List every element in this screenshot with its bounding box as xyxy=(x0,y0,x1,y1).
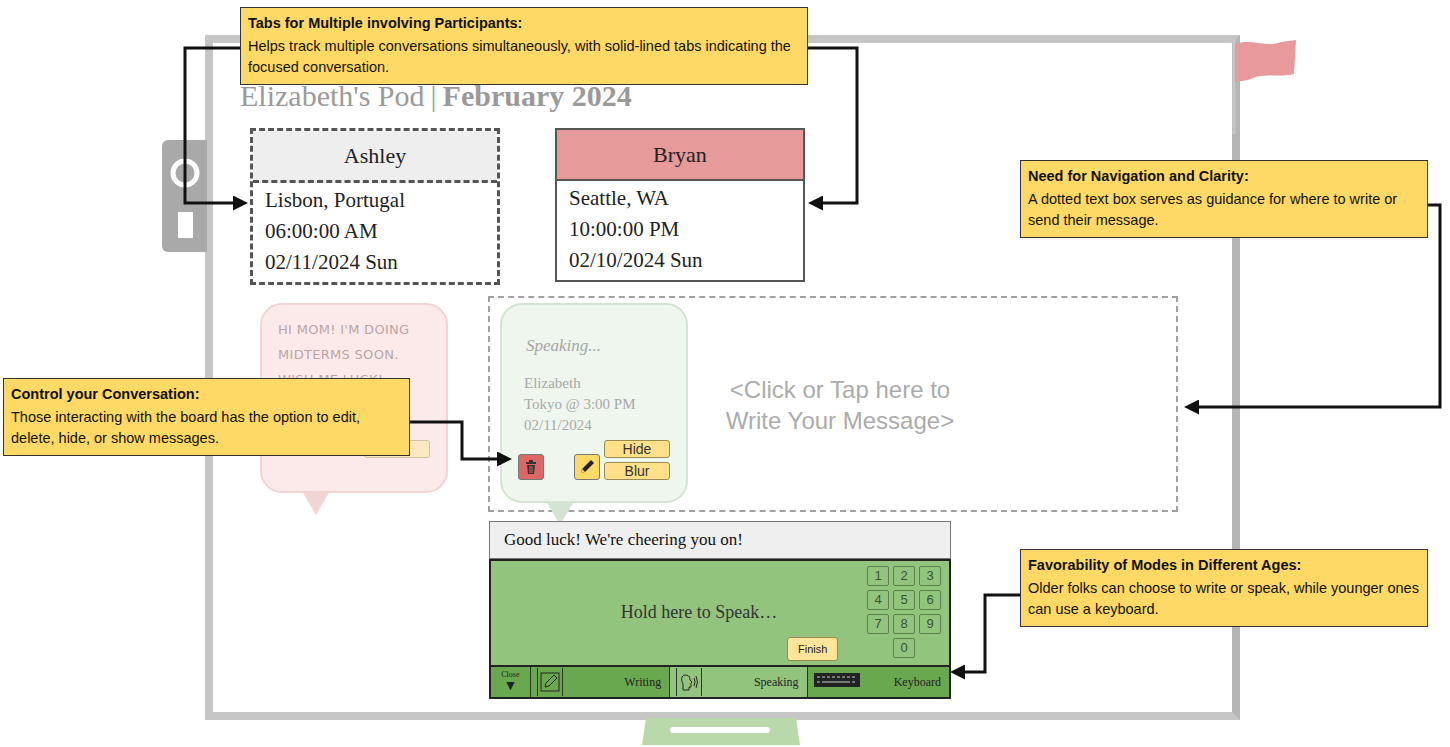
annotation-title: Control your Conversation: xyxy=(11,384,402,405)
close-arrow-icon: ▼ xyxy=(503,679,517,693)
annotation-callout: Tabs for Multiple involving Participants… xyxy=(240,7,808,85)
annotation-title: Favorability of Modes in Different Ages: xyxy=(1028,555,1420,576)
message-blur-button[interactable]: Blur xyxy=(604,462,670,480)
input-panel: Good luck! We're cheering you on!Hold he… xyxy=(489,521,951,699)
keypad-key[interactable]: 3 xyxy=(919,566,941,586)
keypad-key[interactable]: 6 xyxy=(919,590,941,610)
message-controls: Hide Blur xyxy=(518,440,670,480)
message-place: Tokyo @ 3:00 PM xyxy=(524,394,670,415)
mode-writing-tab[interactable]: Writing xyxy=(531,667,670,697)
sent-message[interactable]: Speaking... ElizabethTokyo @ 3:00 PM02/11… xyxy=(500,303,688,503)
message-hide-button[interactable]: Hide xyxy=(604,440,670,458)
tab-location: Lisbon, Portugal xyxy=(265,185,485,216)
keypad-key[interactable]: 1 xyxy=(867,566,889,586)
delete-button[interactable] xyxy=(518,454,544,480)
annotation-text: Those interacting with the board has the… xyxy=(11,407,402,449)
mode-icon-box xyxy=(537,668,563,696)
compose-placeholder: <Click or Tap here to Write Your Message… xyxy=(700,374,980,436)
annotation-title: Tabs for Multiple involving Participants… xyxy=(248,13,800,34)
writing-icon xyxy=(540,672,560,692)
keypad-key[interactable]: 5 xyxy=(893,590,915,610)
side-controls-icon xyxy=(162,140,207,252)
pencil-icon xyxy=(578,458,596,476)
message-input[interactable]: Good luck! We're cheering you on! xyxy=(489,521,951,559)
flag-icon xyxy=(1226,36,1302,136)
keypad-key[interactable]: 9 xyxy=(919,614,941,634)
tab-date: 02/10/2024 Sun xyxy=(569,245,791,276)
tab-details: Seattle, WA10:00:00 PM02/10/2024 Sun xyxy=(557,181,803,280)
annotation-callout: Need for Navigation and Clarity:A dotted… xyxy=(1020,160,1428,238)
keypad-key[interactable]: 2 xyxy=(893,566,915,586)
annotation-callout: Favorability of Modes in Different Ages:… xyxy=(1020,549,1428,627)
keypad-key[interactable]: 0 xyxy=(893,638,915,658)
finish-button[interactable]: Finish xyxy=(787,637,838,662)
trash-icon xyxy=(522,457,540,477)
tab-name: Ashley xyxy=(253,131,497,183)
mode-label: Speaking xyxy=(754,673,799,691)
message-date: 02/11/2024 xyxy=(524,415,670,436)
tab-details: Lisbon, Portugal06:00:00 AM02/11/2024 Su… xyxy=(253,183,497,282)
participant-tab[interactable]: BryanSeattle, WA10:00:00 PM02/10/2024 Su… xyxy=(555,128,805,282)
mode-icon-box xyxy=(814,669,860,694)
tab-name: Bryan xyxy=(557,130,803,181)
mode-label: Keyboard xyxy=(894,673,941,691)
board-side-panel xyxy=(162,140,207,252)
keypad-key[interactable]: 4 xyxy=(867,590,889,610)
keyboard-icon xyxy=(814,669,860,689)
mode-label: Writing xyxy=(624,673,661,691)
tab-date: 02/11/2024 Sun xyxy=(265,247,485,278)
keypad-key[interactable]: 8 xyxy=(893,614,915,634)
annotation-callout: Control your Conversation:Those interact… xyxy=(3,378,410,456)
speak-area[interactable]: Hold here to Speak…1234567890Finish xyxy=(489,559,951,665)
mode-speaking-tab[interactable]: Speaking xyxy=(670,667,807,697)
annotation-title: Need for Navigation and Clarity: xyxy=(1028,166,1420,187)
tab-time: 06:00:00 AM xyxy=(265,216,485,247)
annotation-text: Older folks can choose to write or speak… xyxy=(1028,578,1420,620)
message-sender: Elizabeth xyxy=(524,373,670,394)
message-status: Speaking... xyxy=(526,333,670,359)
speaking-icon xyxy=(679,672,699,692)
mode-keyboard-tab[interactable]: Keyboard xyxy=(808,667,949,697)
mode-bar: Close▼ Writing Speaking Keyboard xyxy=(489,665,951,699)
tab-time: 10:00:00 PM xyxy=(569,214,791,245)
pen-tray-icon xyxy=(640,718,802,746)
close-button[interactable]: Close▼ xyxy=(491,667,531,697)
tab-location: Seattle, WA xyxy=(569,183,791,214)
keypad: 123 456 7890 xyxy=(867,561,949,665)
annotation-text: Helps track multiple conversations simul… xyxy=(248,36,800,78)
visibility-buttons: Hide Blur xyxy=(604,440,670,480)
keypad-key[interactable]: 7 xyxy=(867,614,889,634)
annotation-text: A dotted text box serves as guidance for… xyxy=(1028,189,1420,231)
edit-button[interactable] xyxy=(574,454,600,480)
mode-icon-box xyxy=(676,668,702,696)
participant-tab[interactable]: AshleyLisbon, Portugal06:00:00 AM02/11/2… xyxy=(250,128,500,285)
close-label: Close xyxy=(501,670,519,679)
